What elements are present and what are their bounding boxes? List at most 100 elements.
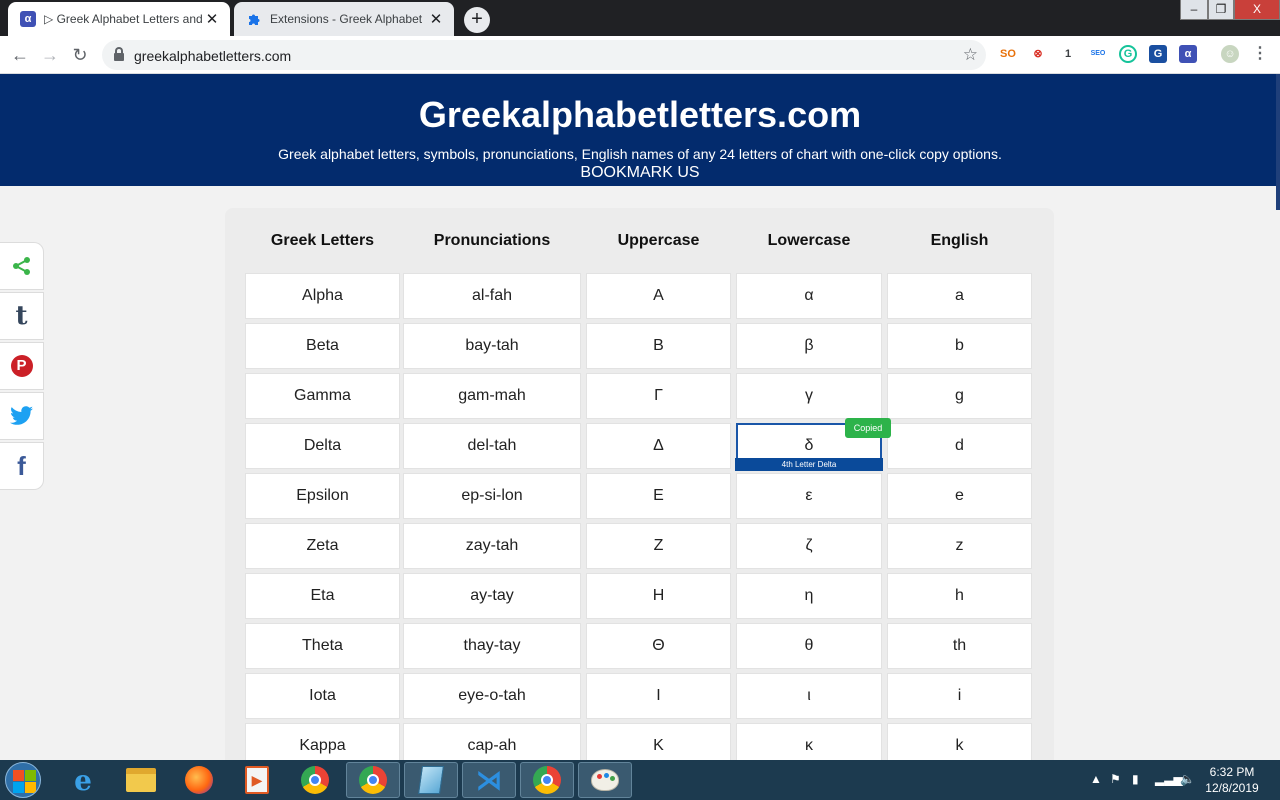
seo-quake-icon[interactable]: SEO (1089, 45, 1107, 63)
internet-explorer-icon[interactable]: e (56, 762, 110, 798)
window-controls: – ❐ X (1180, 0, 1280, 20)
pronunciation-cell[interactable]: zay-tah (403, 523, 581, 569)
lowercase-cell[interactable]: ζ (736, 523, 882, 569)
english-cell[interactable]: h (887, 573, 1032, 619)
pronunciation-cell[interactable]: bay-tah (403, 323, 581, 369)
power-icon[interactable]: ▮ (1132, 772, 1139, 786)
english-cell[interactable]: g (887, 373, 1032, 419)
english-cell[interactable]: e (887, 473, 1032, 519)
system-clock[interactable]: 6:32 PM 12/8/2019 (1200, 764, 1264, 796)
network-signal-icon[interactable]: ▂▃▅ (1155, 772, 1183, 786)
new-tab-button[interactable]: + (464, 7, 490, 33)
seo-extension-icon[interactable]: SO (999, 45, 1017, 63)
number-extension-icon[interactable]: 1 (1059, 45, 1077, 63)
pronunciation-cell[interactable]: thay-tay (403, 623, 581, 669)
grammarly-icon[interactable]: G (1119, 45, 1137, 63)
tab-greek-alphabet[interactable]: α ▷ Greek Alphabet Letters and Sy ✕ (8, 2, 230, 36)
letter-name-cell[interactable]: Delta (245, 423, 400, 469)
pronunciation-cell[interactable]: eye-o-tah (403, 673, 581, 719)
uppercase-cell[interactable]: Δ (586, 423, 731, 469)
close-tab-icon[interactable]: ✕ (202, 10, 222, 28)
english-cell[interactable]: d (887, 423, 1032, 469)
copied-badge: Copied (845, 418, 891, 438)
greek-alphabet-favicon-icon: α (20, 11, 36, 27)
url-text[interactable]: greekalphabetletters.com (134, 48, 291, 64)
bookmark-star-icon[interactable]: ☆ (963, 45, 978, 65)
letter-name-cell[interactable]: Epsilon (245, 473, 400, 519)
close-tab-icon[interactable]: ✕ (426, 10, 446, 28)
bookmark-link[interactable]: BOOKMARK US (0, 164, 1280, 182)
letter-name-cell[interactable]: Eta (245, 573, 400, 619)
tab-strip: α ▷ Greek Alphabet Letters and Sy ✕ Exte… (0, 0, 1280, 36)
profile-avatar[interactable]: ☺ (1221, 45, 1239, 63)
pronunciation-cell[interactable]: al-fah (403, 273, 581, 319)
uppercase-cell[interactable]: Γ (586, 373, 731, 419)
windows-taskbar: e ▶ ⋊ ▲ ⚑ ▮ ▂▃▅ 🔈 6:32 PM 12/8/2019 (0, 760, 1280, 800)
tumblr-share-button[interactable]: t (0, 292, 44, 340)
uppercase-cell[interactable]: Η (586, 573, 731, 619)
twitter-share-button[interactable] (0, 392, 44, 440)
translate-extension-icon[interactable]: G (1149, 45, 1167, 63)
close-window-button[interactable]: X (1234, 0, 1280, 20)
share-button[interactable] (0, 242, 44, 290)
reload-icon[interactable]: ↻ (69, 44, 91, 66)
pronunciation-cell[interactable]: del-tah (403, 423, 581, 469)
site-title[interactable]: Greekalphabetletters.com (0, 94, 1280, 136)
letter-name-cell[interactable]: Gamma (245, 373, 400, 419)
uppercase-cell[interactable]: Β (586, 323, 731, 369)
pronunciation-cell[interactable]: gam-mah (403, 373, 581, 419)
action-center-flag-icon[interactable]: ⚑ (1110, 772, 1121, 786)
greek-alphabet-extension-icon[interactable]: α (1179, 45, 1197, 63)
chrome-profile-icon[interactable] (346, 762, 400, 798)
letter-name-cell[interactable]: Iota (245, 673, 400, 719)
letter-name-cell[interactable]: Zeta (245, 523, 400, 569)
scrollbar-thumb[interactable] (1276, 74, 1280, 210)
uppercase-cell[interactable]: Θ (586, 623, 731, 669)
letter-name-cell[interactable]: Theta (245, 623, 400, 669)
letter-tooltip: 4th Letter Delta (735, 458, 883, 471)
lowercase-cell[interactable]: η (736, 573, 882, 619)
minimize-button[interactable]: – (1180, 0, 1208, 20)
lowercase-cell[interactable]: θ (736, 623, 882, 669)
english-cell[interactable]: a (887, 273, 1032, 319)
letter-name-cell[interactable]: Beta (245, 323, 400, 369)
notepad-icon[interactable] (404, 762, 458, 798)
lowercase-cell[interactable]: γ (736, 373, 882, 419)
uppercase-cell[interactable]: Ι (586, 673, 731, 719)
forward-arrow-icon[interactable]: → (39, 44, 61, 66)
english-cell[interactable]: b (887, 323, 1032, 369)
uppercase-cell[interactable]: Ζ (586, 523, 731, 569)
lowercase-cell[interactable]: ε (736, 473, 882, 519)
show-hidden-icons-icon[interactable]: ▲ (1090, 772, 1102, 786)
tumblr-icon: t (15, 301, 28, 331)
file-explorer-icon[interactable] (114, 762, 168, 798)
uppercase-cell[interactable]: Ε (586, 473, 731, 519)
maximize-button[interactable]: ❐ (1208, 0, 1234, 20)
back-arrow-icon[interactable]: ← (9, 44, 31, 66)
paint-icon[interactable] (578, 762, 632, 798)
pronunciation-cell[interactable]: ay-tay (403, 573, 581, 619)
letter-name-cell[interactable]: Alpha (245, 273, 400, 319)
lowercase-cell[interactable]: ι (736, 673, 882, 719)
lowercase-cell[interactable]: α (736, 273, 882, 319)
english-cell[interactable]: i (887, 673, 1032, 719)
pinterest-share-button[interactable]: P (0, 342, 44, 390)
facebook-share-button[interactable]: f (0, 442, 44, 490)
adblock-extension-icon[interactable]: ⊗ (1029, 45, 1047, 63)
english-cell[interactable]: th (887, 623, 1032, 669)
lowercase-cell[interactable]: β (736, 323, 882, 369)
tab-extensions[interactable]: Extensions - Greek Alphabet ✕ (234, 2, 454, 36)
vscode-icon[interactable]: ⋊ (462, 762, 516, 798)
start-button[interactable] (5, 762, 41, 798)
menu-kebab-icon[interactable]: ⋮ (1251, 45, 1269, 63)
media-player-icon[interactable]: ▶ (230, 762, 284, 798)
address-bar[interactable]: greekalphabetletters.com ☆ (102, 40, 986, 70)
volume-icon[interactable]: 🔈 (1180, 772, 1195, 786)
tab-title: Extensions - Greek Alphabet (270, 12, 423, 26)
chrome-window-icon[interactable] (520, 762, 574, 798)
chrome-icon[interactable] (288, 762, 342, 798)
pronunciation-cell[interactable]: ep-si-lon (403, 473, 581, 519)
uppercase-cell[interactable]: Α (586, 273, 731, 319)
english-cell[interactable]: z (887, 523, 1032, 569)
firefox-icon[interactable] (172, 762, 226, 798)
